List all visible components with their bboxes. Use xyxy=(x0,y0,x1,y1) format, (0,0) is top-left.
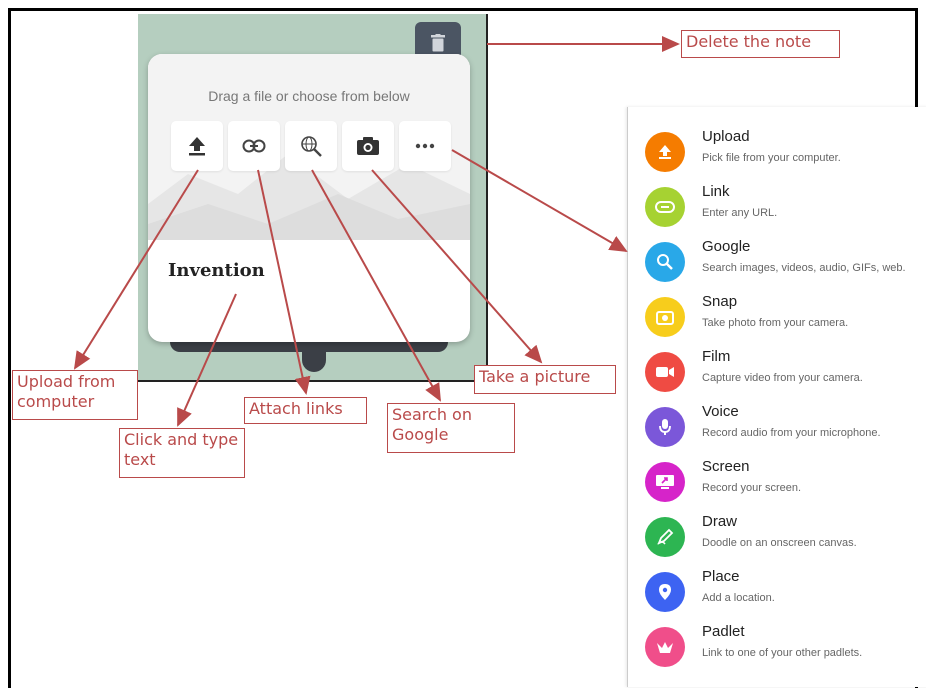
arrow-attach-links xyxy=(257,169,311,395)
arrow-more-options xyxy=(451,149,628,253)
arrow-click-type xyxy=(177,293,237,427)
arrow-upload xyxy=(73,169,199,370)
arrow-search-google xyxy=(311,169,441,402)
annotation-arrows xyxy=(73,36,680,427)
arrow-take-picture xyxy=(371,169,543,364)
